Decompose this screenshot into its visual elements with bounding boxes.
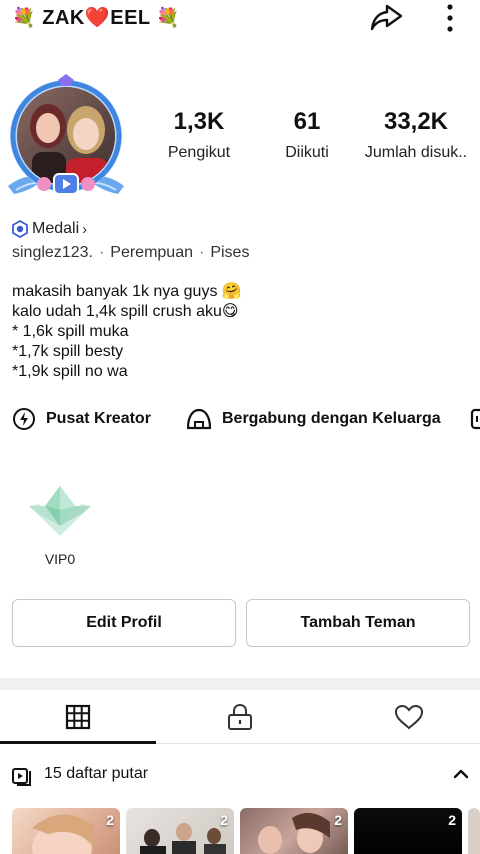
bouquet-icon: 💐 xyxy=(156,8,181,29)
tab-liked[interactable] xyxy=(331,690,480,744)
creator-center-label: Pusat Kreator xyxy=(46,410,151,427)
thumbnail-image xyxy=(140,823,226,854)
separator-dot: · xyxy=(199,244,205,261)
medal-label: Medali xyxy=(32,220,80,237)
content-tabs xyxy=(0,690,480,744)
thumbnail-image xyxy=(32,814,94,854)
profile-name: ZAK❤️EEL xyxy=(42,7,151,29)
lock-icon xyxy=(228,703,252,730)
chevron-up-icon[interactable] xyxy=(452,766,470,782)
creator-center-icon xyxy=(13,408,35,430)
share-button[interactable] xyxy=(368,1,404,35)
likes-stat[interactable]: 33,2K Jumlah disuk.. xyxy=(356,106,476,162)
playlist-item-count: 2 xyxy=(448,812,456,828)
vip-badge[interactable]: VIP0 xyxy=(22,480,98,567)
grid-icon xyxy=(65,704,91,730)
avatar-frame-icon xyxy=(8,74,124,195)
share-arrow-icon xyxy=(370,4,403,31)
bouquet-icon: 💐 xyxy=(12,8,37,29)
playlist-item-count: 2 xyxy=(220,812,228,828)
playlist-thumbnail[interactable]: 2 xyxy=(12,808,120,854)
bio: makasih banyak 1k nya guys 🤗 kalo udah 1… xyxy=(12,282,242,382)
separator-dot: · xyxy=(98,244,105,261)
medal-link[interactable]: Medali › xyxy=(12,218,87,240)
more-link[interactable] xyxy=(470,404,480,434)
following-count: 61 xyxy=(293,108,321,135)
vip-label: VIP0 xyxy=(44,551,76,567)
playlist-item-count: 2 xyxy=(334,812,342,828)
more-options-button[interactable] xyxy=(436,2,464,34)
bio-line: *1,9k spill no wa xyxy=(12,363,128,380)
thumbnail-image xyxy=(258,812,330,854)
medal-hexagon-icon xyxy=(12,220,28,238)
playlist-icon xyxy=(12,768,31,786)
zodiac: Pises xyxy=(210,244,250,261)
profile-title: 💐 ZAK❤️EEL 💐 xyxy=(12,5,181,30)
username: singlez123. xyxy=(12,244,93,261)
followers-label: Pengikut xyxy=(167,144,231,161)
playlist-thumbnail[interactable]: 2 xyxy=(354,808,462,854)
join-family-label: Bergabung dengan Keluarga xyxy=(222,410,441,427)
join-family-link[interactable]: Bergabung dengan Keluarga xyxy=(186,404,441,434)
likes-label: Jumlah disuk.. xyxy=(364,144,468,161)
playlist-header[interactable]: 15 daftar putar xyxy=(0,760,480,792)
bio-line: makasih banyak 1k nya guys 🤗 xyxy=(12,283,242,300)
heart-icon xyxy=(394,704,424,730)
top-bar: 💐 ZAK❤️EEL 💐 xyxy=(0,0,480,40)
following-label: Diikuti xyxy=(285,144,329,161)
tab-videos[interactable] xyxy=(0,690,156,744)
playlist-thumbnail[interactable]: 2 xyxy=(240,808,348,854)
gender: Perempuan xyxy=(110,244,193,261)
avatar[interactable] xyxy=(4,74,128,202)
partial-link-icon xyxy=(470,408,480,430)
bio-line: * 1,6k spill muka xyxy=(12,323,129,340)
family-house-icon xyxy=(186,408,212,430)
vip-level-icon xyxy=(29,486,91,536)
tab-private[interactable] xyxy=(162,690,318,744)
followers-stat[interactable]: 1,3K Pengikut xyxy=(158,106,240,162)
followers-count: 1,3K xyxy=(173,108,225,135)
playlist-item-count: 2 xyxy=(106,812,114,828)
playlist-thumbnail[interactable] xyxy=(468,808,480,854)
quick-links: Pusat Kreator Bergabung dengan Keluarga xyxy=(12,404,480,434)
add-friend-button[interactable]: Tambah Teman xyxy=(246,599,470,647)
bio-line: kalo udah 1,4k spill crush aku😋 xyxy=(12,303,239,320)
section-divider xyxy=(0,678,480,690)
bio-line: *1,7k spill besty xyxy=(12,343,124,360)
likes-count: 33,2K xyxy=(383,108,449,135)
active-tab-indicator xyxy=(0,741,156,744)
more-vertical-icon xyxy=(447,4,453,32)
playlist-thumbnails: 2 2 2 2 xyxy=(0,808,480,854)
playlist-thumbnail[interactable]: 2 xyxy=(126,808,234,854)
following-stat[interactable]: 61 Diikuti xyxy=(270,106,344,162)
chevron-right-icon: › xyxy=(82,220,88,238)
playlist-count-label: 15 daftar putar xyxy=(44,765,149,782)
profile-meta: singlez123. · Perempuan · Pises xyxy=(12,244,249,262)
edit-profile-button[interactable]: Edit Profil xyxy=(12,599,236,647)
creator-center-link[interactable]: Pusat Kreator xyxy=(12,404,151,434)
